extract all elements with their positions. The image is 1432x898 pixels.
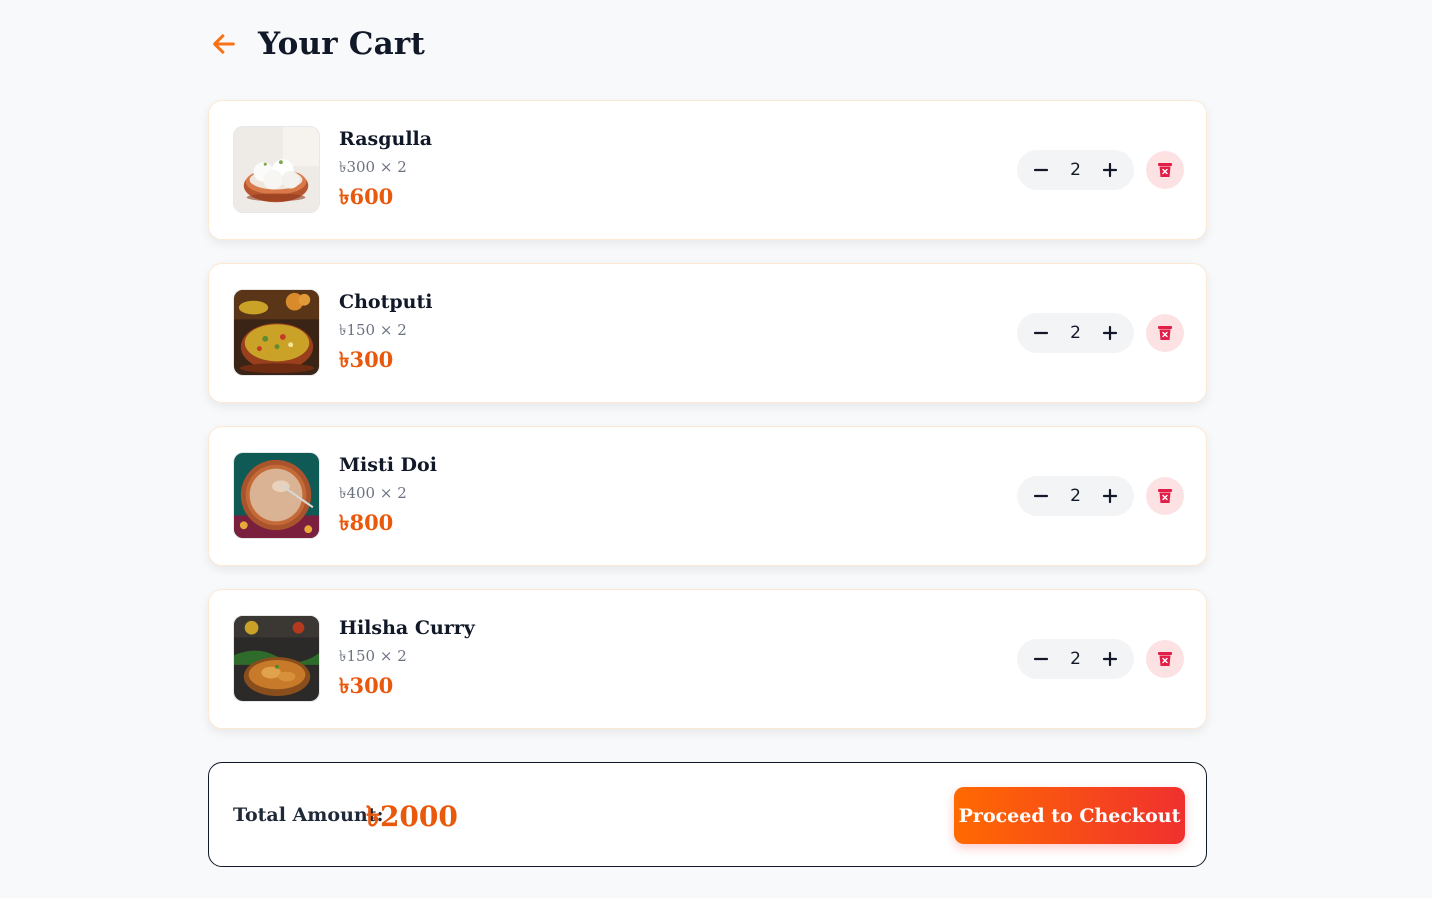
arrow-left-icon bbox=[213, 34, 235, 54]
item-unit-price: ৳400 × 2 bbox=[339, 484, 407, 502]
item-info: Chotputi ৳150 × 2 ৳300 bbox=[339, 290, 432, 373]
trash-icon bbox=[1158, 163, 1172, 177]
decrease-button[interactable] bbox=[1029, 321, 1053, 345]
back-button[interactable] bbox=[208, 28, 240, 60]
quantity-stepper: 2 bbox=[1017, 639, 1134, 679]
item-name: Rasgulla bbox=[339, 128, 433, 150]
item-info: Misti Doi ৳400 × 2 ৳800 bbox=[339, 453, 437, 536]
plus-icon bbox=[1102, 651, 1118, 667]
delete-button[interactable] bbox=[1146, 314, 1184, 352]
increase-button[interactable] bbox=[1098, 484, 1122, 508]
decrease-button[interactable] bbox=[1029, 158, 1053, 182]
minus-icon bbox=[1033, 657, 1049, 661]
item-unit-price: ৳150 × 2 bbox=[339, 647, 407, 665]
delete-button[interactable] bbox=[1146, 640, 1184, 678]
misti-doi-photo bbox=[233, 452, 320, 539]
quantity-stepper: 2 bbox=[1017, 313, 1134, 353]
decrease-button[interactable] bbox=[1029, 647, 1053, 671]
quantity-value: 2 bbox=[1070, 649, 1081, 669]
cart-page: Your Cart Rasgulla ৳300 × 2 ৳600 2 Chotp… bbox=[0, 0, 1432, 898]
item-name: Chotputi bbox=[339, 291, 433, 313]
delete-button[interactable] bbox=[1146, 151, 1184, 189]
checkout-button[interactable]: Proceed to Checkout bbox=[954, 787, 1185, 844]
quantity-value: 2 bbox=[1070, 486, 1081, 506]
cart-item: Hilsha Curry ৳150 × 2 ৳300 2 bbox=[208, 589, 1207, 729]
cart-list: Rasgulla ৳300 × 2 ৳600 2 Chotputi ৳150 ×… bbox=[208, 100, 1207, 752]
order-summary: Total Amount: ৳2000 Proceed to Checkout bbox=[208, 762, 1207, 867]
total-amount-value: ৳2000 bbox=[366, 800, 458, 833]
trash-icon bbox=[1158, 489, 1172, 503]
trash-icon bbox=[1158, 652, 1172, 666]
minus-icon bbox=[1033, 331, 1049, 335]
total-amount-label: Total Amount: bbox=[233, 804, 384, 826]
item-unit-price: ৳300 × 2 bbox=[339, 158, 407, 176]
delete-button[interactable] bbox=[1146, 477, 1184, 515]
increase-button[interactable] bbox=[1098, 321, 1122, 345]
item-info: Rasgulla ৳300 × 2 ৳600 bbox=[339, 127, 432, 210]
quantity-value: 2 bbox=[1070, 160, 1081, 180]
cart-item: Rasgulla ৳300 × 2 ৳600 2 bbox=[208, 100, 1207, 240]
item-name: Misti Doi bbox=[339, 454, 437, 476]
item-total-price: ৳300 bbox=[339, 673, 394, 698]
item-total-price: ৳800 bbox=[339, 510, 394, 535]
rasgulla-photo bbox=[233, 126, 320, 213]
quantity-stepper: 2 bbox=[1017, 476, 1134, 516]
item-total-price: ৳300 bbox=[339, 347, 394, 372]
item-name: Hilsha Curry bbox=[339, 617, 475, 639]
increase-button[interactable] bbox=[1098, 158, 1122, 182]
item-info: Hilsha Curry ৳150 × 2 ৳300 bbox=[339, 616, 475, 699]
item-unit-price: ৳150 × 2 bbox=[339, 321, 407, 339]
item-total-price: ৳600 bbox=[339, 184, 394, 209]
minus-icon bbox=[1033, 168, 1049, 172]
quantity-value: 2 bbox=[1070, 323, 1081, 343]
cart-item: Misti Doi ৳400 × 2 ৳800 2 bbox=[208, 426, 1207, 566]
hilsha-curry-photo bbox=[233, 615, 320, 702]
decrease-button[interactable] bbox=[1029, 484, 1053, 508]
plus-icon bbox=[1102, 162, 1118, 178]
quantity-stepper: 2 bbox=[1017, 150, 1134, 190]
page-header: Your Cart bbox=[208, 22, 425, 66]
cart-item: Chotputi ৳150 × 2 ৳300 2 bbox=[208, 263, 1207, 403]
minus-icon bbox=[1033, 494, 1049, 498]
chotputi-photo bbox=[233, 289, 320, 376]
trash-icon bbox=[1158, 326, 1172, 340]
plus-icon bbox=[1102, 488, 1118, 504]
page-title: Your Cart bbox=[258, 26, 425, 62]
plus-icon bbox=[1102, 325, 1118, 341]
increase-button[interactable] bbox=[1098, 647, 1122, 671]
